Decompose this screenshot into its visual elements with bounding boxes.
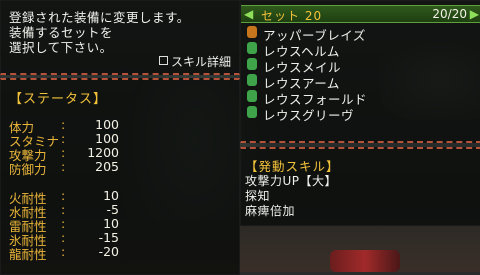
stat-colon: :	[61, 117, 66, 132]
equipment-item: アッパーブレイズ	[241, 25, 480, 43]
stat-label: 防御力	[9, 162, 47, 177]
equipment-item: レウスグリーヴ	[241, 105, 480, 123]
equipment-item: レウスヘルム	[241, 41, 480, 59]
square-button-icon	[158, 56, 168, 65]
stat-value: 100	[95, 117, 119, 132]
stat-value: 1200	[87, 145, 119, 160]
message-line-3: 選択して下さい。	[9, 40, 113, 55]
equipment-set-panel: ◀ セット 20 20/20 ▶ アッパーブレイズ レウスヘルム レウスメイル …	[240, 0, 480, 143]
chest-icon	[247, 58, 257, 70]
set-name: セット 20	[261, 9, 323, 23]
active-skills-panel: 【発動スキル】 攻撃力UP【大】 探知 麻痺倍加	[240, 147, 480, 226]
arm-icon	[247, 74, 257, 86]
skill-detail-button[interactable]: スキル詳細	[158, 53, 231, 70]
stat-value: 205	[95, 159, 119, 174]
resist-label: 龍耐性	[9, 247, 47, 262]
status-panel: 【ステータス】 体力 : 100 スタミナ : 100 攻撃力 : 1200 防…	[0, 78, 240, 275]
resist-value: 10	[103, 216, 119, 231]
status-header: 【ステータス】	[9, 92, 108, 107]
resist-value: -20	[98, 244, 119, 259]
skill-detail-label: スキル詳細	[170, 55, 231, 69]
resist-colon: :	[61, 244, 66, 259]
resist-colon: :	[61, 230, 66, 245]
skill-item: 麻痺倍加	[245, 204, 296, 218]
equipment-item: レウスアーム	[241, 73, 480, 91]
stat-value: 100	[95, 131, 119, 146]
weapon-icon	[247, 26, 257, 38]
arrow-right-icon[interactable]: ▶	[470, 7, 479, 21]
resist-value: -15	[98, 230, 119, 245]
resist-colon: :	[61, 216, 66, 231]
set-selector-bar[interactable]: ◀ セット 20 20/20 ▶	[241, 5, 480, 23]
resist-value: 10	[103, 188, 119, 203]
waist-icon	[247, 90, 257, 102]
resist-value: -5	[106, 202, 119, 217]
equipment-item: レウスフォールド	[241, 89, 480, 107]
resist-colon: :	[61, 188, 66, 203]
message-panel: 登録された装備に変更します。 装備するセットを 選択して下さい。 スキル詳細	[0, 0, 240, 75]
stat-colon: :	[61, 145, 66, 160]
resist-colon: :	[61, 202, 66, 217]
equipment-item: レウスメイル	[241, 57, 480, 75]
arrow-left-icon[interactable]: ◀	[244, 7, 253, 21]
helmet-icon	[247, 42, 257, 54]
stat-colon: :	[61, 131, 66, 146]
leg-icon	[247, 106, 257, 118]
set-count: 20/20	[432, 7, 467, 21]
stat-colon: :	[61, 159, 66, 174]
equipment-name: レウスグリーヴ	[263, 108, 355, 123]
